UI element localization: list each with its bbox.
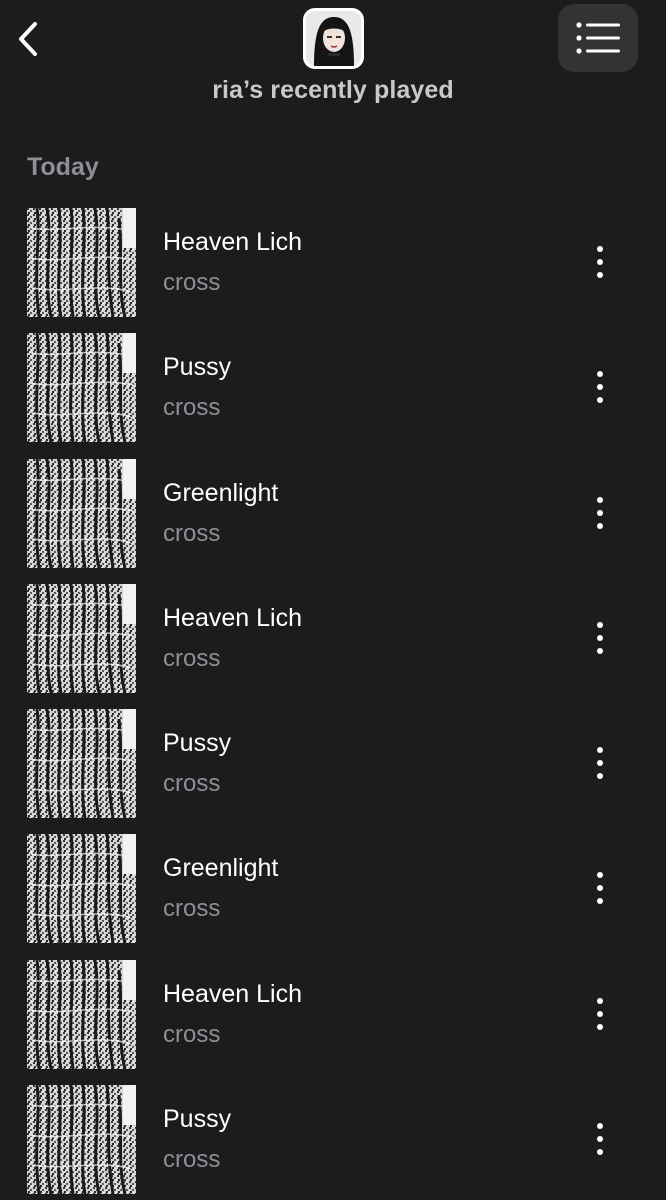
more-vertical-icon-dot [597,1123,603,1130]
track-artist: cross [163,519,221,547]
more-vertical-icon-dot [597,259,603,265]
more-vertical-icon-dot [597,747,603,754]
more-options-button[interactable] [580,1113,620,1165]
more-vertical-icon-dot [597,898,603,905]
more-vertical-icon-dot [597,384,603,391]
list-menu-button[interactable] [558,4,638,72]
track-title: Pussy [163,353,232,382]
more-vertical-icon-dot [597,760,603,767]
track-artist: cross [163,644,221,672]
album-cover [27,458,136,568]
album-cover [27,709,136,819]
album-cover [27,333,136,443]
more-vertical-icon-dot [597,397,603,404]
album-art-image [27,1085,136,1195]
list-icon [576,22,620,54]
track-artist: cross [163,269,221,296]
more-vertical-icon-dot [597,621,603,628]
album-cover [27,959,136,1069]
album-art-image [27,709,136,819]
track-row[interactable]: Greenlight cross [0,458,666,584]
track-title: Greenlight [163,478,279,507]
album-art-image [27,583,136,693]
more-vertical-icon-dot [597,647,603,654]
track-row[interactable]: Greenlight cross [0,834,666,959]
more-vertical-icon-dot [597,272,603,278]
more-vertical-icon-dot [597,773,603,780]
more-vertical-icon-dot [597,1149,603,1156]
track-title: Pussy [163,1105,232,1134]
album-cover [27,1085,136,1195]
more-vertical-icon-dot [597,634,603,641]
album-art-image [27,333,136,443]
more-vertical-icon-dot [597,1136,603,1143]
track-title: Heaven Lich [163,979,302,1008]
track-title: Greenlight [163,854,279,883]
album-art-image [27,208,136,317]
track-title: Heaven Lich [163,603,302,632]
more-options-button[interactable] [580,988,620,1040]
track-row[interactable]: Heaven Lich cross [0,208,666,333]
back-button[interactable] [6,14,50,64]
more-options-button[interactable] [580,236,620,288]
more-vertical-icon-dot [597,522,603,529]
album-cover [27,834,136,944]
more-vertical-icon-dot [597,509,603,516]
more-options-button[interactable] [580,361,620,413]
track-artist: cross [163,895,221,923]
track-artist: cross [163,770,221,798]
album-art-image [27,458,136,568]
more-vertical-icon-dot [597,997,603,1004]
more-vertical-icon-dot [597,371,603,378]
avatar-image [306,11,361,66]
track-artist: cross [163,1146,221,1174]
album-cover [27,208,136,317]
profile-avatar[interactable] [303,8,364,69]
section-header-today: Today [27,153,99,181]
more-vertical-icon-dot [597,246,603,252]
track-artist: cross [163,1020,221,1048]
more-vertical-icon-dot [597,1010,603,1017]
track-row[interactable]: Heaven Lich cross [0,583,666,709]
more-options-button[interactable] [580,737,620,789]
more-vertical-icon-dot [597,872,603,879]
more-vertical-icon-dot [597,885,603,892]
track-list: Heaven Lich cross Pussy cross Greenlight… [0,208,666,1200]
track-row[interactable]: Pussy cross [0,709,666,834]
track-title: Pussy [163,729,232,758]
track-title: Heaven Lich [163,228,302,256]
more-options-button[interactable] [580,862,620,914]
album-art-image [27,834,136,944]
chevron-left-icon [19,22,37,56]
page-title: ria’s recently played [212,76,454,104]
track-row[interactable]: Heaven Lich cross [0,959,666,1085]
album-art-image [27,959,136,1069]
more-vertical-icon-dot [597,1023,603,1030]
album-cover [27,583,136,693]
more-options-button[interactable] [580,612,620,664]
more-options-button[interactable] [580,487,620,539]
more-vertical-icon-dot [597,496,603,503]
recently-played-screen: ria’s recently played Today Heaven Lich … [0,0,666,1200]
track-row[interactable]: Pussy cross [0,333,666,458]
track-artist: cross [163,394,221,422]
track-row[interactable]: Pussy cross [0,1085,666,1200]
